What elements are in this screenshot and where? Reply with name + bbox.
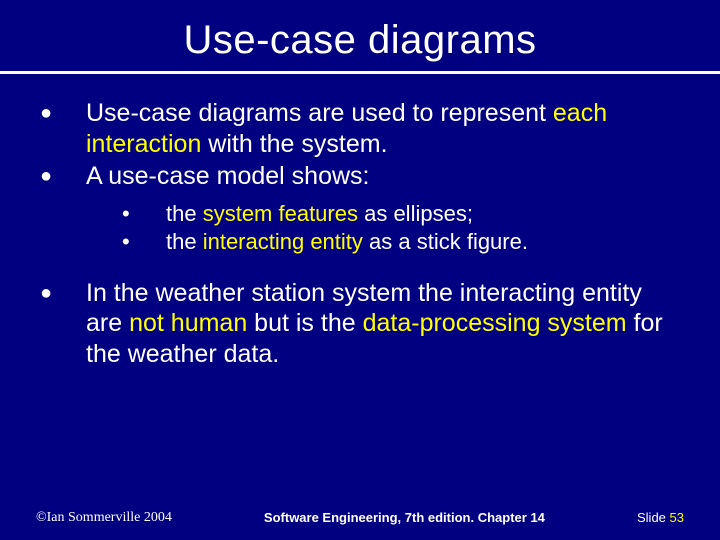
footer-center: Software Engineering, 7th edition. Chapt…	[264, 510, 545, 526]
sub-bullet-icon: •	[122, 228, 166, 256]
title-area: Use-case diagrams	[36, 0, 684, 74]
bullet-3-text: In the weather station system the intera…	[86, 278, 684, 370]
highlight: system features	[203, 201, 358, 226]
slide: Use-case diagrams ● Use-case diagrams ar…	[0, 0, 720, 540]
slide-title: Use-case diagrams	[36, 18, 684, 63]
footer-copyright: ©Ian Sommerville 2004	[36, 510, 172, 526]
bullet-1-text: Use-case diagrams are used to represent …	[86, 98, 684, 159]
slide-body: ● Use-case diagrams are used to represen…	[36, 98, 684, 369]
bullet-1: ● Use-case diagrams are used to represen…	[36, 98, 684, 159]
highlight: not human	[129, 309, 247, 337]
sub-bullet-2-text: the interacting entity as a stick figure…	[166, 228, 684, 256]
highlight: interacting entity	[203, 229, 363, 254]
sub-bullet-2: • the interacting entity as a stick figu…	[36, 228, 684, 256]
highlight: data-processing system	[363, 309, 627, 337]
bullet-2-text: A use-case model shows:	[86, 161, 684, 192]
sub-bullets: • the system features as ellipses; • the…	[36, 200, 684, 256]
sub-bullet-icon: •	[122, 200, 166, 228]
bullet-3: ● In the weather station system the inte…	[36, 278, 684, 370]
bullet-2: ● A use-case model shows:	[36, 161, 684, 192]
footer-slide-number: Slide 53	[637, 510, 684, 526]
slide-footer: ©Ian Sommerville 2004 Software Engineeri…	[0, 510, 720, 526]
bullet-icon: ●	[36, 278, 86, 370]
page-number: 53	[670, 510, 684, 525]
bullet-icon: ●	[36, 98, 86, 159]
bullet-icon: ●	[36, 161, 86, 192]
sub-bullet-1: • the system features as ellipses;	[36, 200, 684, 228]
title-divider	[0, 71, 720, 74]
sub-bullet-1-text: the system features as ellipses;	[166, 200, 684, 228]
